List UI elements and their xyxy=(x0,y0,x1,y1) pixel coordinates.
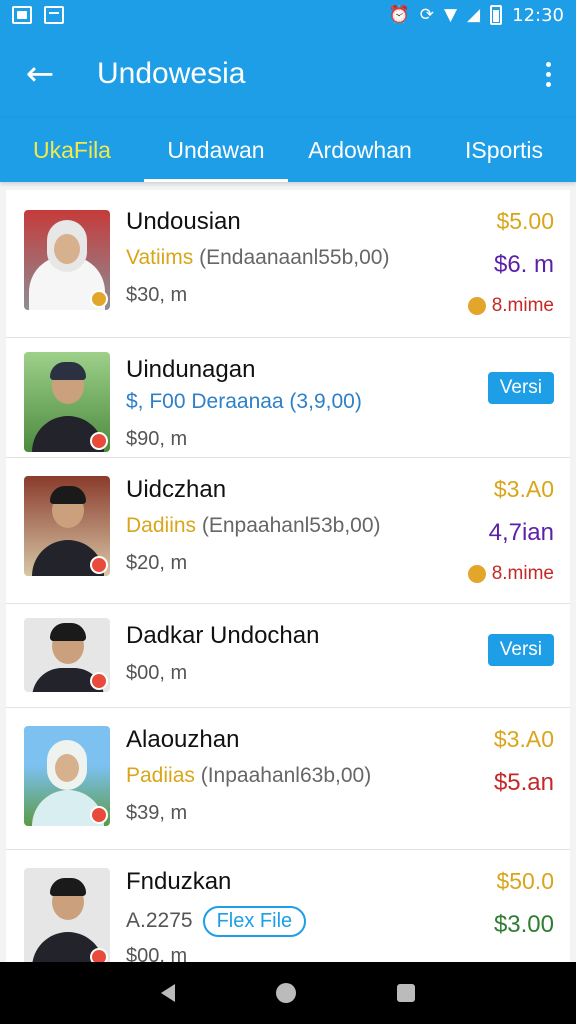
status-bar: ⏰ ⟳ ▼ ◢ 12:30 xyxy=(0,0,576,30)
status-badge-icon xyxy=(90,672,108,690)
battery-icon xyxy=(490,5,503,25)
item-secondary-price: 4,7ian xyxy=(488,519,554,546)
avatar xyxy=(24,868,110,962)
item-meta: $00, m xyxy=(126,945,188,962)
sync-icon: ⟳ xyxy=(419,4,434,25)
page-title: Undowesia xyxy=(97,57,246,90)
list-item[interactable]: Dadkar Undochan $00, m Versi xyxy=(6,604,570,708)
item-secondary-price: $6. m xyxy=(493,251,554,278)
item-price: $3.A0 xyxy=(493,476,554,502)
image-notification-icon xyxy=(44,6,64,24)
list-item[interactable]: Alaouzhan Padiias (Inpaahanl63b,00) $39,… xyxy=(6,708,570,850)
signal-icon: ◢ xyxy=(467,4,481,25)
item-price: $5.00 xyxy=(496,208,554,234)
verified-badge-icon xyxy=(90,290,108,308)
nav-home-icon[interactable] xyxy=(275,983,296,1003)
versi-button[interactable]: Versi xyxy=(487,372,554,404)
tab-ardowhan[interactable]: Ardowhan xyxy=(288,118,432,182)
status-badge-icon xyxy=(90,556,108,574)
list-item[interactable]: Undousian Vatiims (Endaanaanl55b,00) $30… xyxy=(6,190,570,338)
item-price: $3.A0 xyxy=(493,726,554,752)
contact-list: Undousian Vatiims (Endaanaanl55b,00) $30… xyxy=(6,190,570,962)
clock: 12:30 xyxy=(512,4,564,26)
list-item[interactable]: Uidczhan Dadiins (Enpaahanl53b,00) $20, … xyxy=(6,458,570,604)
item-subtitle: Padiias (Inpaahanl63b,00) xyxy=(126,764,372,787)
item-subtitle: A.2275 Flex File xyxy=(126,906,554,937)
item-tag: 8.mime xyxy=(467,295,554,317)
item-meta: $90, m xyxy=(126,428,188,450)
coin-icon xyxy=(467,565,486,583)
item-meta: $39, m xyxy=(126,802,188,824)
list-item[interactable]: Fnduzkan A.2275 Flex File $00, m $50.0 $3… xyxy=(6,850,570,962)
avatar xyxy=(24,352,110,452)
wifi-icon: ▼ xyxy=(443,4,458,25)
item-name: Fnduzkan xyxy=(126,868,232,895)
status-badge-icon xyxy=(90,948,108,962)
versi-button[interactable]: Versi xyxy=(487,634,554,666)
item-secondary-price: $3.00 xyxy=(493,911,554,938)
avatar xyxy=(24,476,110,576)
status-badge-icon xyxy=(90,806,108,824)
list-item[interactable]: Uindunagan $, F00 Deraanaa (3,9,00) $90,… xyxy=(6,338,570,458)
item-name: Alaouzhan xyxy=(126,726,240,753)
overflow-menu-button[interactable] xyxy=(520,30,576,118)
item-price: $50.0 xyxy=(496,868,554,894)
avatar xyxy=(24,210,110,310)
nav-recents-icon[interactable] xyxy=(397,984,416,1002)
photo-notification-icon xyxy=(12,6,32,24)
tab-undawan[interactable]: Undawan xyxy=(144,118,288,182)
nav-back-icon[interactable] xyxy=(160,984,175,1002)
tab-isportis[interactable]: ISportis xyxy=(432,118,576,182)
alarm-icon: ⏰ xyxy=(388,4,410,25)
back-arrow-icon[interactable]: ← xyxy=(0,30,80,118)
status-badge-icon xyxy=(90,432,108,450)
item-tag: 8.mime xyxy=(467,563,554,585)
tab-bar: UkaFila Undawan Ardowhan ISportis xyxy=(0,118,576,182)
tab-ukafila[interactable]: UkaFila xyxy=(0,118,144,182)
avatar xyxy=(24,726,110,826)
coin-icon xyxy=(467,297,486,315)
system-nav-bar xyxy=(0,962,576,1024)
avatar xyxy=(24,618,110,692)
flex-file-chip[interactable]: Flex File xyxy=(202,906,307,937)
item-secondary-price: $5.an xyxy=(493,769,554,796)
app-bar: ← Undowesia xyxy=(0,30,576,118)
more-vert-icon xyxy=(545,61,551,87)
